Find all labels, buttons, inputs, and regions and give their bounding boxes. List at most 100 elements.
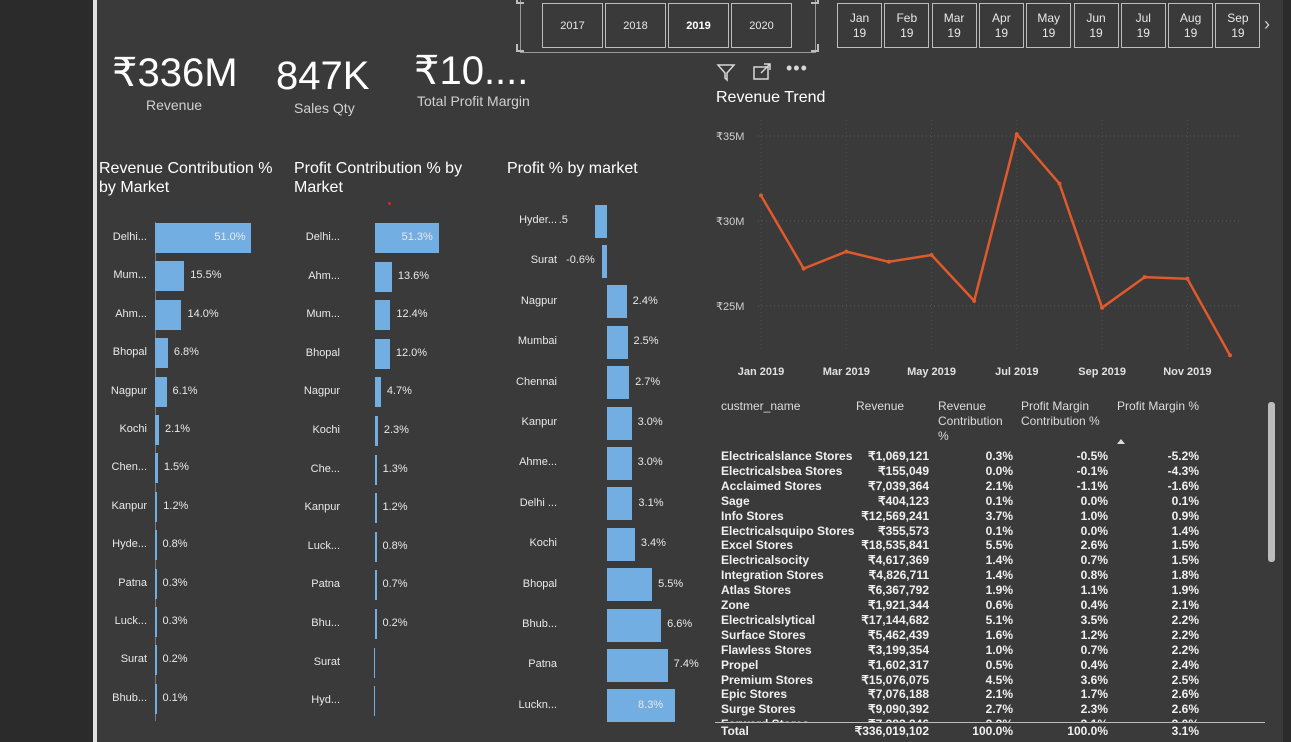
- year-button-2018[interactable]: 2018: [605, 3, 666, 48]
- table-row[interactable]: Zone ₹1,921,344 0.6% 0.4% 2.1%: [721, 598, 1199, 613]
- bar[interactable]: [607, 285, 627, 319]
- data-point[interactable]: [759, 193, 763, 198]
- bar[interactable]: [594, 204, 607, 238]
- bar[interactable]: [375, 609, 377, 639]
- data-point[interactable]: [929, 253, 934, 257]
- table-row[interactable]: Epic Stores ₹7,076,188 2.1% 1.7% 2.6%: [721, 687, 1199, 702]
- data-point[interactable]: [1142, 275, 1147, 280]
- bar[interactable]: [607, 446, 632, 480]
- x-tick-label: Nov 2019: [1163, 366, 1211, 378]
- bar[interactable]: [607, 366, 630, 400]
- year-button-2017[interactable]: 2017: [542, 3, 603, 48]
- bar[interactable]: [375, 261, 392, 292]
- month-button-mar[interactable]: Mar 19: [931, 3, 977, 48]
- bar[interactable]: [375, 493, 377, 524]
- month-button-aug[interactable]: Aug 19: [1168, 3, 1214, 48]
- bar[interactable]: [607, 325, 628, 359]
- month-button-apr[interactable]: Apr 19: [978, 3, 1024, 48]
- table-row[interactable]: Surge Stores ₹9,090,392 2.7% 2.3% 2.6%: [721, 702, 1199, 717]
- category-label: Delhi...: [112, 231, 147, 243]
- bar[interactable]: [375, 454, 377, 485]
- table-row[interactable]: Excel Stores ₹18,535,841 5.5% 2.6% 1.5%: [721, 538, 1199, 553]
- total-revenue-contribution: 100.0%: [972, 724, 1013, 738]
- month-button-jun[interactable]: Jun 19: [1073, 3, 1119, 48]
- bar[interactable]: [155, 299, 182, 330]
- col-header-profit-margin[interactable]: Profit Margin %: [1117, 399, 1199, 414]
- col-header-customer[interactable]: custmer_name: [721, 399, 800, 414]
- selection-handle[interactable]: [516, 0, 524, 4]
- data-point[interactable]: [1185, 276, 1190, 281]
- bar[interactable]: [155, 261, 185, 292]
- bar[interactable]: [602, 244, 607, 278]
- table-row[interactable]: Acclaimed Stores ₹7,039,364 2.1% -1.1% -1.6%: [721, 479, 1199, 494]
- bar[interactable]: [375, 377, 381, 408]
- bar[interactable]: [155, 491, 158, 522]
- table-row[interactable]: Electricalsbea Stores ₹155,049 0.0% -0.1% -4…: [721, 464, 1199, 479]
- month-button-jan[interactable]: Jan 19: [837, 3, 882, 48]
- col-header-revenue-contribution[interactable]: Revenue Contribution %: [938, 399, 1008, 444]
- bar[interactable]: [375, 531, 377, 562]
- bar[interactable]: [375, 338, 390, 369]
- bar[interactable]: [375, 300, 391, 331]
- bar[interactable]: [373, 686, 375, 717]
- table-row[interactable]: Integration Stores ₹4,826,711 1.4% 0.8% 1.8%: [721, 568, 1199, 583]
- table-row[interactable]: Premium Stores ₹15,076,075 4.5% 3.6% 2.5%: [721, 673, 1199, 688]
- data-point[interactable]: [801, 266, 806, 271]
- table-row[interactable]: Sage ₹404,123 0.1% 0.0% 0.1%: [721, 494, 1199, 509]
- table-row[interactable]: Electricalslance Stores ₹1,069,121 0.3% -0.…: [721, 449, 1199, 464]
- data-point[interactable]: [886, 259, 891, 264]
- bar[interactable]: [155, 338, 168, 369]
- data-point[interactable]: [844, 249, 849, 254]
- month-button-sep[interactable]: Sep 19: [1215, 3, 1261, 48]
- table-row[interactable]: Surface Stores ₹5,462,439 1.6% 1.2% 2.2%: [721, 628, 1199, 643]
- more-options-icon[interactable]: •••: [786, 58, 808, 79]
- month-button-jul[interactable]: Jul 19: [1120, 3, 1166, 48]
- focus-mode-icon[interactable]: [752, 62, 772, 82]
- selection-handle[interactable]: [811, 44, 819, 52]
- bar[interactable]: [607, 406, 632, 440]
- table-row[interactable]: Flawless Stores ₹3,199,354 1.0% 0.7% 2.2%: [721, 643, 1199, 658]
- bar[interactable]: [607, 608, 662, 642]
- table-row[interactable]: Electricalslytical ₹17,144,682 5.1% 3.5% 2.2…: [721, 613, 1199, 628]
- bar[interactable]: [155, 683, 157, 714]
- bar[interactable]: [155, 645, 157, 676]
- selection-handle[interactable]: [811, 0, 819, 4]
- month-button-feb[interactable]: Feb 19: [884, 3, 930, 48]
- data-point[interactable]: [972, 298, 977, 303]
- bar[interactable]: [155, 530, 157, 561]
- col-header-revenue[interactable]: Revenue: [856, 399, 904, 414]
- table-row[interactable]: Info Stores ₹12,569,241 3.7% 1.0% 0.9%: [721, 509, 1199, 524]
- category-label: Ahm...: [308, 269, 340, 282]
- data-point[interactable]: [1100, 305, 1105, 310]
- table-scroll-thumb[interactable]: [1268, 402, 1275, 562]
- table-cell: 1.8%: [1171, 568, 1199, 583]
- filter-icon[interactable]: [716, 62, 736, 82]
- bar[interactable]: [155, 376, 167, 407]
- table-row[interactable]: Electricalsquipo Stores ₹355,573 0.1% 0.0% 1…: [721, 524, 1199, 539]
- table-row[interactable]: Atlas Stores ₹6,367,792 1.9% 1.1% 1.9%: [721, 583, 1199, 598]
- table-row[interactable]: Electricalsocity ₹4,617,369 1.4% 0.7% 1.5%: [721, 553, 1199, 568]
- bar[interactable]: [155, 415, 159, 445]
- data-point[interactable]: [1014, 132, 1019, 137]
- bar[interactable]: [375, 416, 378, 446]
- bar[interactable]: [375, 570, 377, 601]
- data-point[interactable]: [1228, 353, 1232, 358]
- col-header-profit-margin-contribution[interactable]: Profit Margin Contribution %: [1021, 399, 1111, 429]
- data-point[interactable]: [1057, 181, 1062, 186]
- table-cell: 5.5%: [985, 538, 1013, 553]
- bar[interactable]: [155, 607, 157, 637]
- bar[interactable]: [155, 453, 158, 484]
- year-button-2020[interactable]: 2020: [731, 3, 792, 48]
- bar[interactable]: [607, 527, 635, 561]
- chevron-right-icon[interactable]: ›: [1264, 14, 1270, 35]
- table-row[interactable]: Propel ₹1,602,317 0.5% 0.4% 2.4%: [721, 658, 1199, 673]
- month-button-may[interactable]: May 19: [1026, 3, 1072, 48]
- year-button-2019[interactable]: 2019: [668, 3, 729, 48]
- bar[interactable]: [373, 647, 375, 678]
- sort-ascending-icon[interactable]: [1117, 439, 1125, 444]
- bar[interactable]: [607, 568, 653, 602]
- revenue-series-line[interactable]: [759, 131, 1232, 356]
- bar[interactable]: [607, 487, 633, 521]
- bar[interactable]: [155, 568, 157, 599]
- bar[interactable]: [607, 648, 668, 682]
